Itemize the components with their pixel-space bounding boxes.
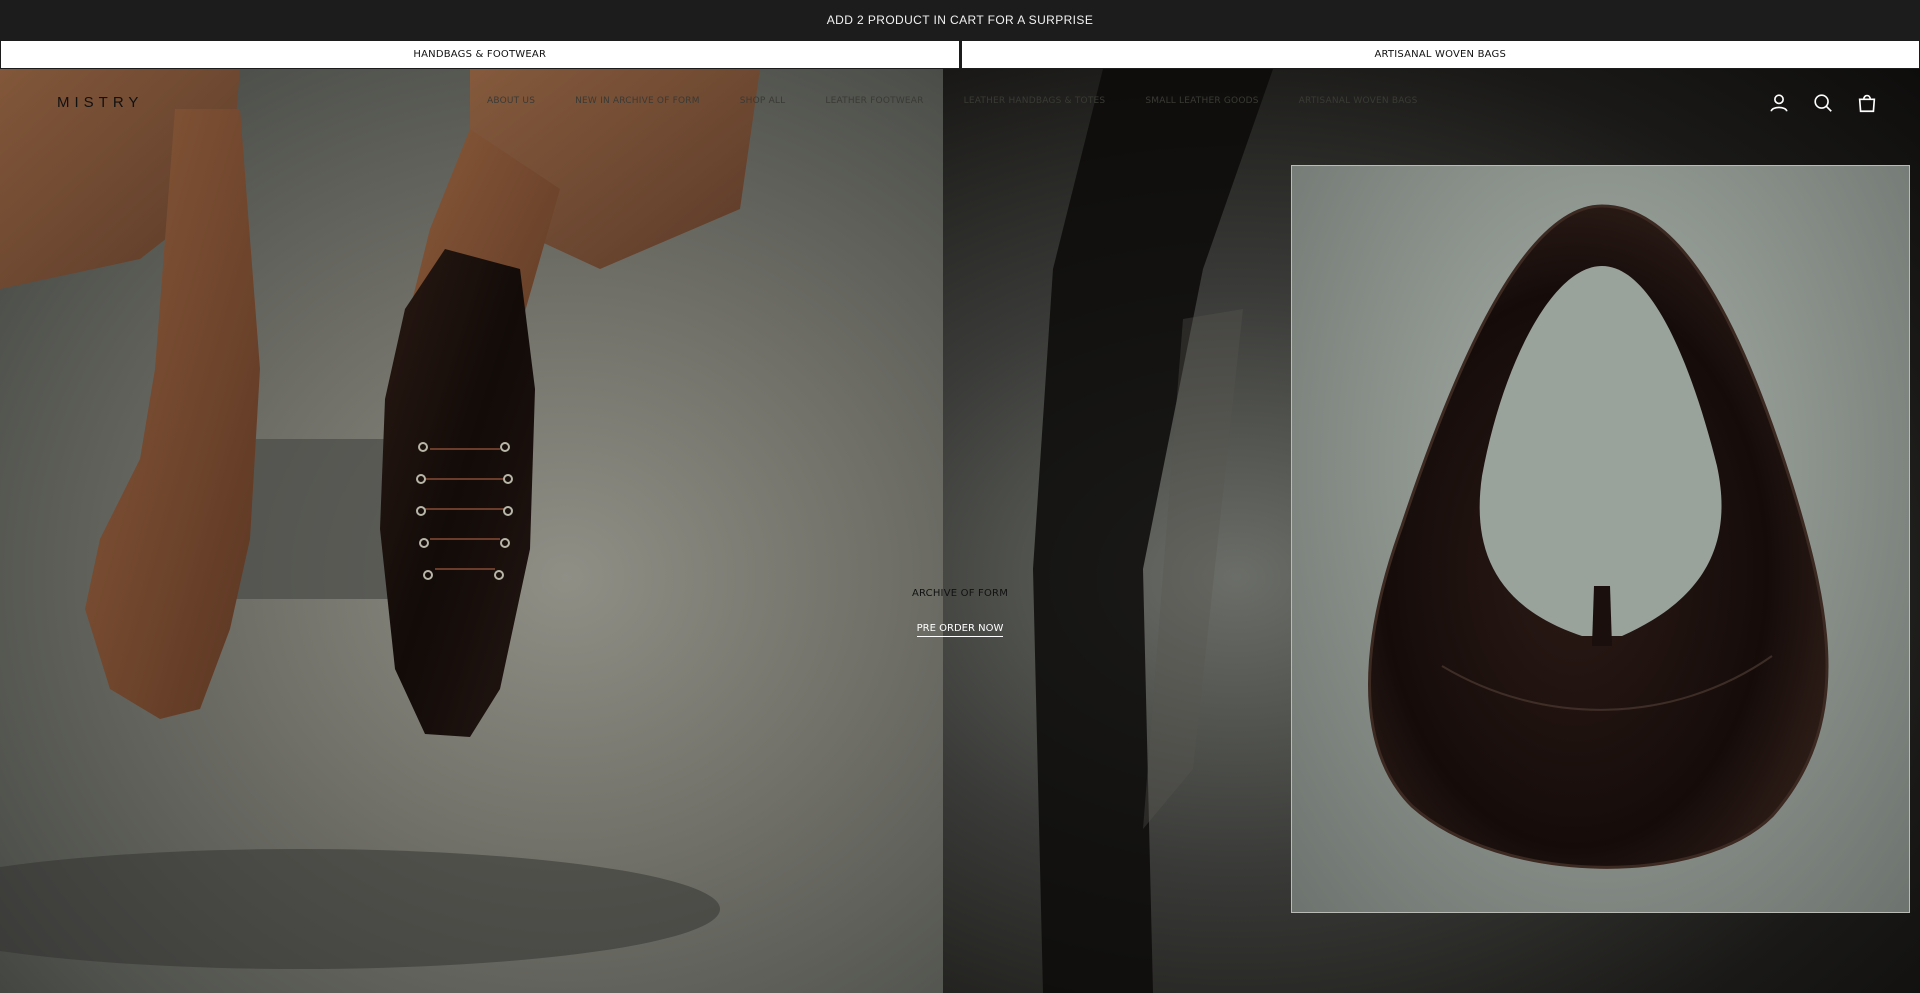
hero-title: ARCHIVE OF FORM xyxy=(911,588,1009,599)
hero-content: ARCHIVE OF FORM PRE ORDER NOW xyxy=(860,588,1060,637)
hero-image-footwear xyxy=(0,69,943,993)
handbag-illustration xyxy=(1368,204,1829,869)
cart-icon[interactable] xyxy=(1856,92,1878,114)
header-icons xyxy=(1768,92,1878,114)
announcement-bar: ADD 2 PRODUCT IN CART FOR A SURPRISE xyxy=(0,0,1920,40)
search-icon[interactable] xyxy=(1812,92,1834,114)
menu-item-leather-footwear[interactable]: LEATHER FOOTWEAR xyxy=(825,96,923,106)
pre-order-button[interactable]: PRE ORDER NOW xyxy=(916,623,1004,637)
tab-handbags-footwear[interactable]: HANDBAGS & FOOTWEAR xyxy=(0,40,960,69)
handbag-product-photo xyxy=(1291,165,1910,913)
menu-item-handbags-totes[interactable]: LEATHER HANDBAGS & TOTES xyxy=(964,96,1106,106)
menu-item-shop-all[interactable]: SHOP ALL xyxy=(740,96,786,106)
tab-artisanal-woven-bags[interactable]: ARTISANAL WOVEN BAGS xyxy=(959,40,1920,69)
menu-item-woven-bags[interactable]: ARTISANAL WOVEN BAGS xyxy=(1299,96,1418,106)
category-tabs: HANDBAGS & FOOTWEAR ARTISANAL WOVEN BAGS xyxy=(0,40,1920,69)
brand-logo[interactable]: MISTRY xyxy=(57,94,143,111)
announcement-text: ADD 2 PRODUCT IN CART FOR A SURPRISE xyxy=(826,13,1094,27)
account-icon[interactable] xyxy=(1768,92,1790,114)
menu-item-about-us[interactable]: ABOUT US xyxy=(487,96,535,106)
footwear-photo-illustration xyxy=(0,69,760,969)
main-menu: ABOUT US NEW IN ARCHIVE OF FORM SHOP ALL… xyxy=(487,96,1418,106)
menu-item-small-leather-goods[interactable]: SMALL LEATHER GOODS xyxy=(1145,96,1258,106)
menu-item-new-in[interactable]: NEW IN ARCHIVE OF FORM xyxy=(575,96,700,106)
hero-banner: ARCHIVE OF FORM PRE ORDER NOW xyxy=(0,69,1920,993)
main-header: MISTRY ABOUT US NEW IN ARCHIVE OF FORM S… xyxy=(0,69,1920,137)
